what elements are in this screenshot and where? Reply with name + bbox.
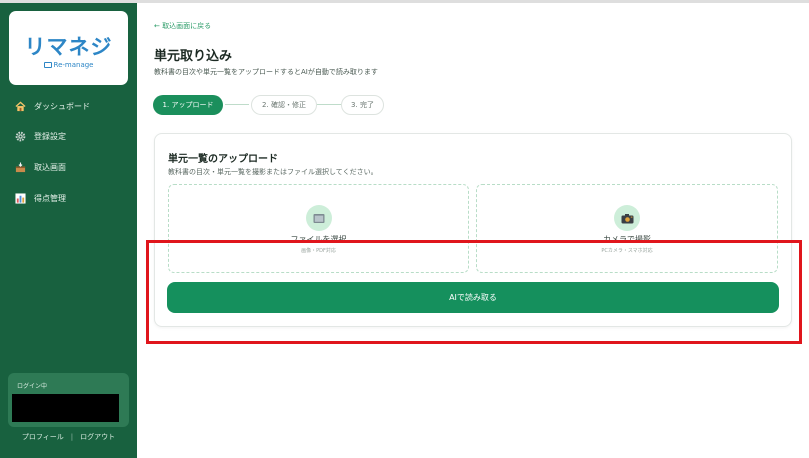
file-select-label: ファイルを選択 [290,235,347,244]
sidebar-item-label: 取込画面 [34,162,66,172]
sidebar-item-import[interactable]: 取込画面 [14,158,134,176]
step-confirm: 2. 確認・修正 [251,95,317,115]
ai-read-button[interactable]: AIで読み取る [167,282,779,313]
camera-capture-dropzone[interactable]: カメラで撮影 PCカメラ・スマホ対応 [476,184,778,273]
inbox-icon [14,161,26,173]
home-icon [14,100,26,112]
sidebar-item-label: ダッシュボード [34,101,90,111]
login-status-label: ログイン中 [17,383,48,390]
file-select-dropzone[interactable]: ファイルを選択 画像・PDF対応 [168,184,469,273]
sidebar-item-label: 登録設定 [34,131,66,141]
sidebar: リマネジ Re-manage ダッシュボード 登録設定 取込画面 得点管理 ログ… [0,3,137,458]
logo-text: リマネジ [24,35,113,59]
sidebar-item-label: 得点管理 [34,193,66,203]
page-description: 教科書の目次や単元一覧をアップロードするとAIが自動で読み取ります [154,68,378,76]
file-select-hint: 画像・PDF対応 [301,248,336,254]
step-connector [317,104,341,105]
logout-link[interactable]: ログアウト [80,433,115,441]
page-title: 単元取り込み [154,49,233,64]
footer-separator: | [70,433,74,441]
folder-icon [305,205,332,231]
step-complete: 3. 完了 [341,95,384,115]
card-description: 教科書の目次・単元一覧を撮影またはファイル選択してください。 [168,168,378,176]
camera-icon [614,205,640,231]
book-icon [43,62,52,68]
camera-capture-label: カメラで撮影 [603,235,651,244]
bar-chart-icon [14,192,26,204]
profile-link[interactable]: プロフィール [22,433,64,441]
gear-icon [14,130,26,142]
sidebar-item-dashboard[interactable]: ダッシュボード [14,97,134,115]
step-connector [225,104,249,105]
logo[interactable]: リマネジ Re-manage [9,11,128,85]
user-name-redacted [12,394,119,422]
login-status-card: ログイン中 [8,373,129,427]
card-title: 単元一覧のアップロード [168,154,278,165]
logo-subtext: Re-manage [9,61,128,69]
sidebar-item-scores[interactable]: 得点管理 [14,189,134,207]
camera-capture-hint: PCカメラ・スマホ対応 [601,248,653,254]
sidebar-item-registration[interactable]: 登録設定 [14,127,134,145]
step-upload: 1. アップロード [153,95,223,115]
sidebar-footer: プロフィール | ログアウト [0,432,137,442]
back-to-import-link[interactable]: ← 取込画面に戻る [154,21,211,31]
